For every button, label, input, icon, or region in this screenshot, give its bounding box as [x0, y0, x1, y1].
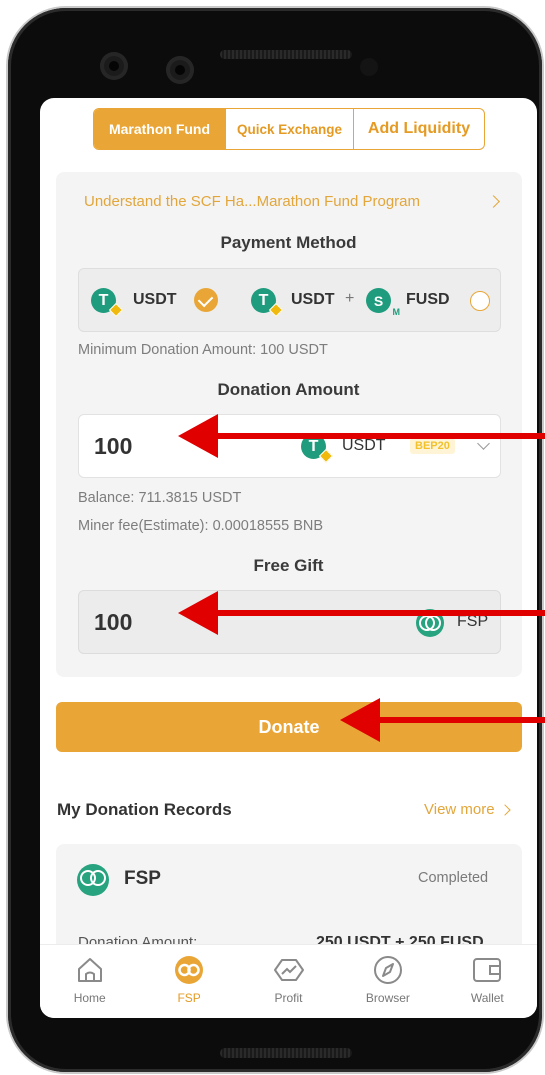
view-more-link[interactable]: View more — [424, 801, 511, 818]
nav-home[interactable]: Home — [40, 945, 139, 1018]
donation-amount-title: Donation Amount — [217, 380, 360, 399]
fsp-token-icon — [77, 864, 109, 896]
free-gift-token: FSP — [457, 613, 489, 630]
donation-records-title: My Donation Records — [57, 800, 232, 819]
front-camera — [100, 52, 128, 80]
free-gift-field: 100 FSP — [78, 590, 501, 654]
radio-unselected-icon — [470, 291, 490, 311]
tab-add-liquidity[interactable]: Add Liquidity — [353, 109, 484, 149]
usdt-icon: T — [91, 288, 124, 318]
payment-method-selector: T USDT T USDT + SM FUSD — [78, 268, 501, 332]
bottom-speaker — [220, 1048, 352, 1058]
compass-icon — [373, 956, 402, 984]
payment-option-token-b: FUSD — [406, 291, 450, 308]
nav-home-label: Home — [73, 991, 106, 1005]
record-token-name: FSP — [124, 868, 161, 889]
program-info-link[interactable]: Understand the SCF Ha...Marathon Fund Pr… — [84, 189, 504, 213]
checkmark-icon — [194, 288, 218, 312]
chevron-right-icon — [498, 803, 511, 816]
nav-fsp-label: FSP — [177, 991, 201, 1005]
wallet-icon — [473, 958, 502, 982]
bottom-navigation: Home FSP Profit Browser Wallet — [40, 944, 537, 1018]
nav-wallet[interactable]: Wallet — [438, 945, 537, 1018]
tab-quick-exchange[interactable]: Quick Exchange — [225, 109, 353, 149]
payment-method-title: Payment Method — [220, 233, 357, 252]
fsp-icon — [175, 956, 204, 984]
program-info-link-text: Understand the SCF Ha...Marathon Fund Pr… — [84, 192, 420, 210]
nav-fsp[interactable]: FSP — [139, 945, 238, 1018]
earpiece-speaker — [220, 50, 352, 59]
phone-frame: Marathon Fund Quick Exchange Add Liquidi… — [8, 8, 542, 1072]
donate-button[interactable]: Donate — [56, 702, 522, 752]
free-gift-value: 100 — [94, 609, 133, 635]
nav-browser-label: Browser — [365, 991, 410, 1005]
proximity-sensor — [360, 58, 378, 76]
mode-tabs: Marathon Fund Quick Exchange Add Liquidi… — [93, 108, 485, 150]
donation-amount-value: 100 — [94, 433, 133, 459]
profit-icon — [273, 959, 304, 981]
miner-fee-text: Miner fee(Estimate): 0.00018555 BNB — [78, 518, 324, 534]
minimum-donation-note: Minimum Donation Amount: 100 USDT — [78, 342, 328, 358]
nav-profit[interactable]: Profit — [239, 945, 338, 1018]
token-selector-label: USDT — [342, 437, 386, 454]
payment-option-token-a: USDT — [291, 291, 335, 308]
fsp-token-icon — [416, 609, 444, 637]
usdt-icon: T — [251, 288, 284, 318]
payment-option-usdt-label: USDT — [133, 291, 177, 308]
plus-sign: + — [345, 290, 355, 307]
donation-amount-field[interactable]: 100 T USDT BEP20 — [78, 414, 501, 478]
payment-option-usdt-fusd[interactable]: T USDT + SM FUSD — [244, 269, 500, 333]
tab-marathon-fund[interactable]: Marathon Fund — [94, 109, 225, 149]
view-more-label: View more — [424, 801, 495, 818]
chevron-down-icon — [477, 437, 490, 450]
front-camera-secondary — [166, 56, 194, 84]
token-selector[interactable]: T USDT BEP20 — [299, 415, 502, 479]
nav-browser[interactable]: Browser — [338, 945, 437, 1018]
home-icon — [77, 958, 102, 982]
nav-wallet-label: Wallet — [470, 991, 504, 1005]
nav-profit-label: Profit — [274, 991, 303, 1005]
record-status: Completed — [418, 870, 489, 886]
free-gift-title: Free Gift — [253, 556, 324, 575]
network-badge: BEP20 — [410, 438, 455, 454]
payment-option-usdt[interactable]: T USDT — [79, 269, 239, 333]
app-screen: Marathon Fund Quick Exchange Add Liquidi… — [40, 98, 537, 1018]
fusd-icon: SM — [366, 288, 400, 317]
balance-text: Balance: 711.3815 USDT — [78, 490, 242, 506]
usdt-icon: T — [301, 434, 334, 464]
chevron-right-icon — [487, 194, 500, 208]
